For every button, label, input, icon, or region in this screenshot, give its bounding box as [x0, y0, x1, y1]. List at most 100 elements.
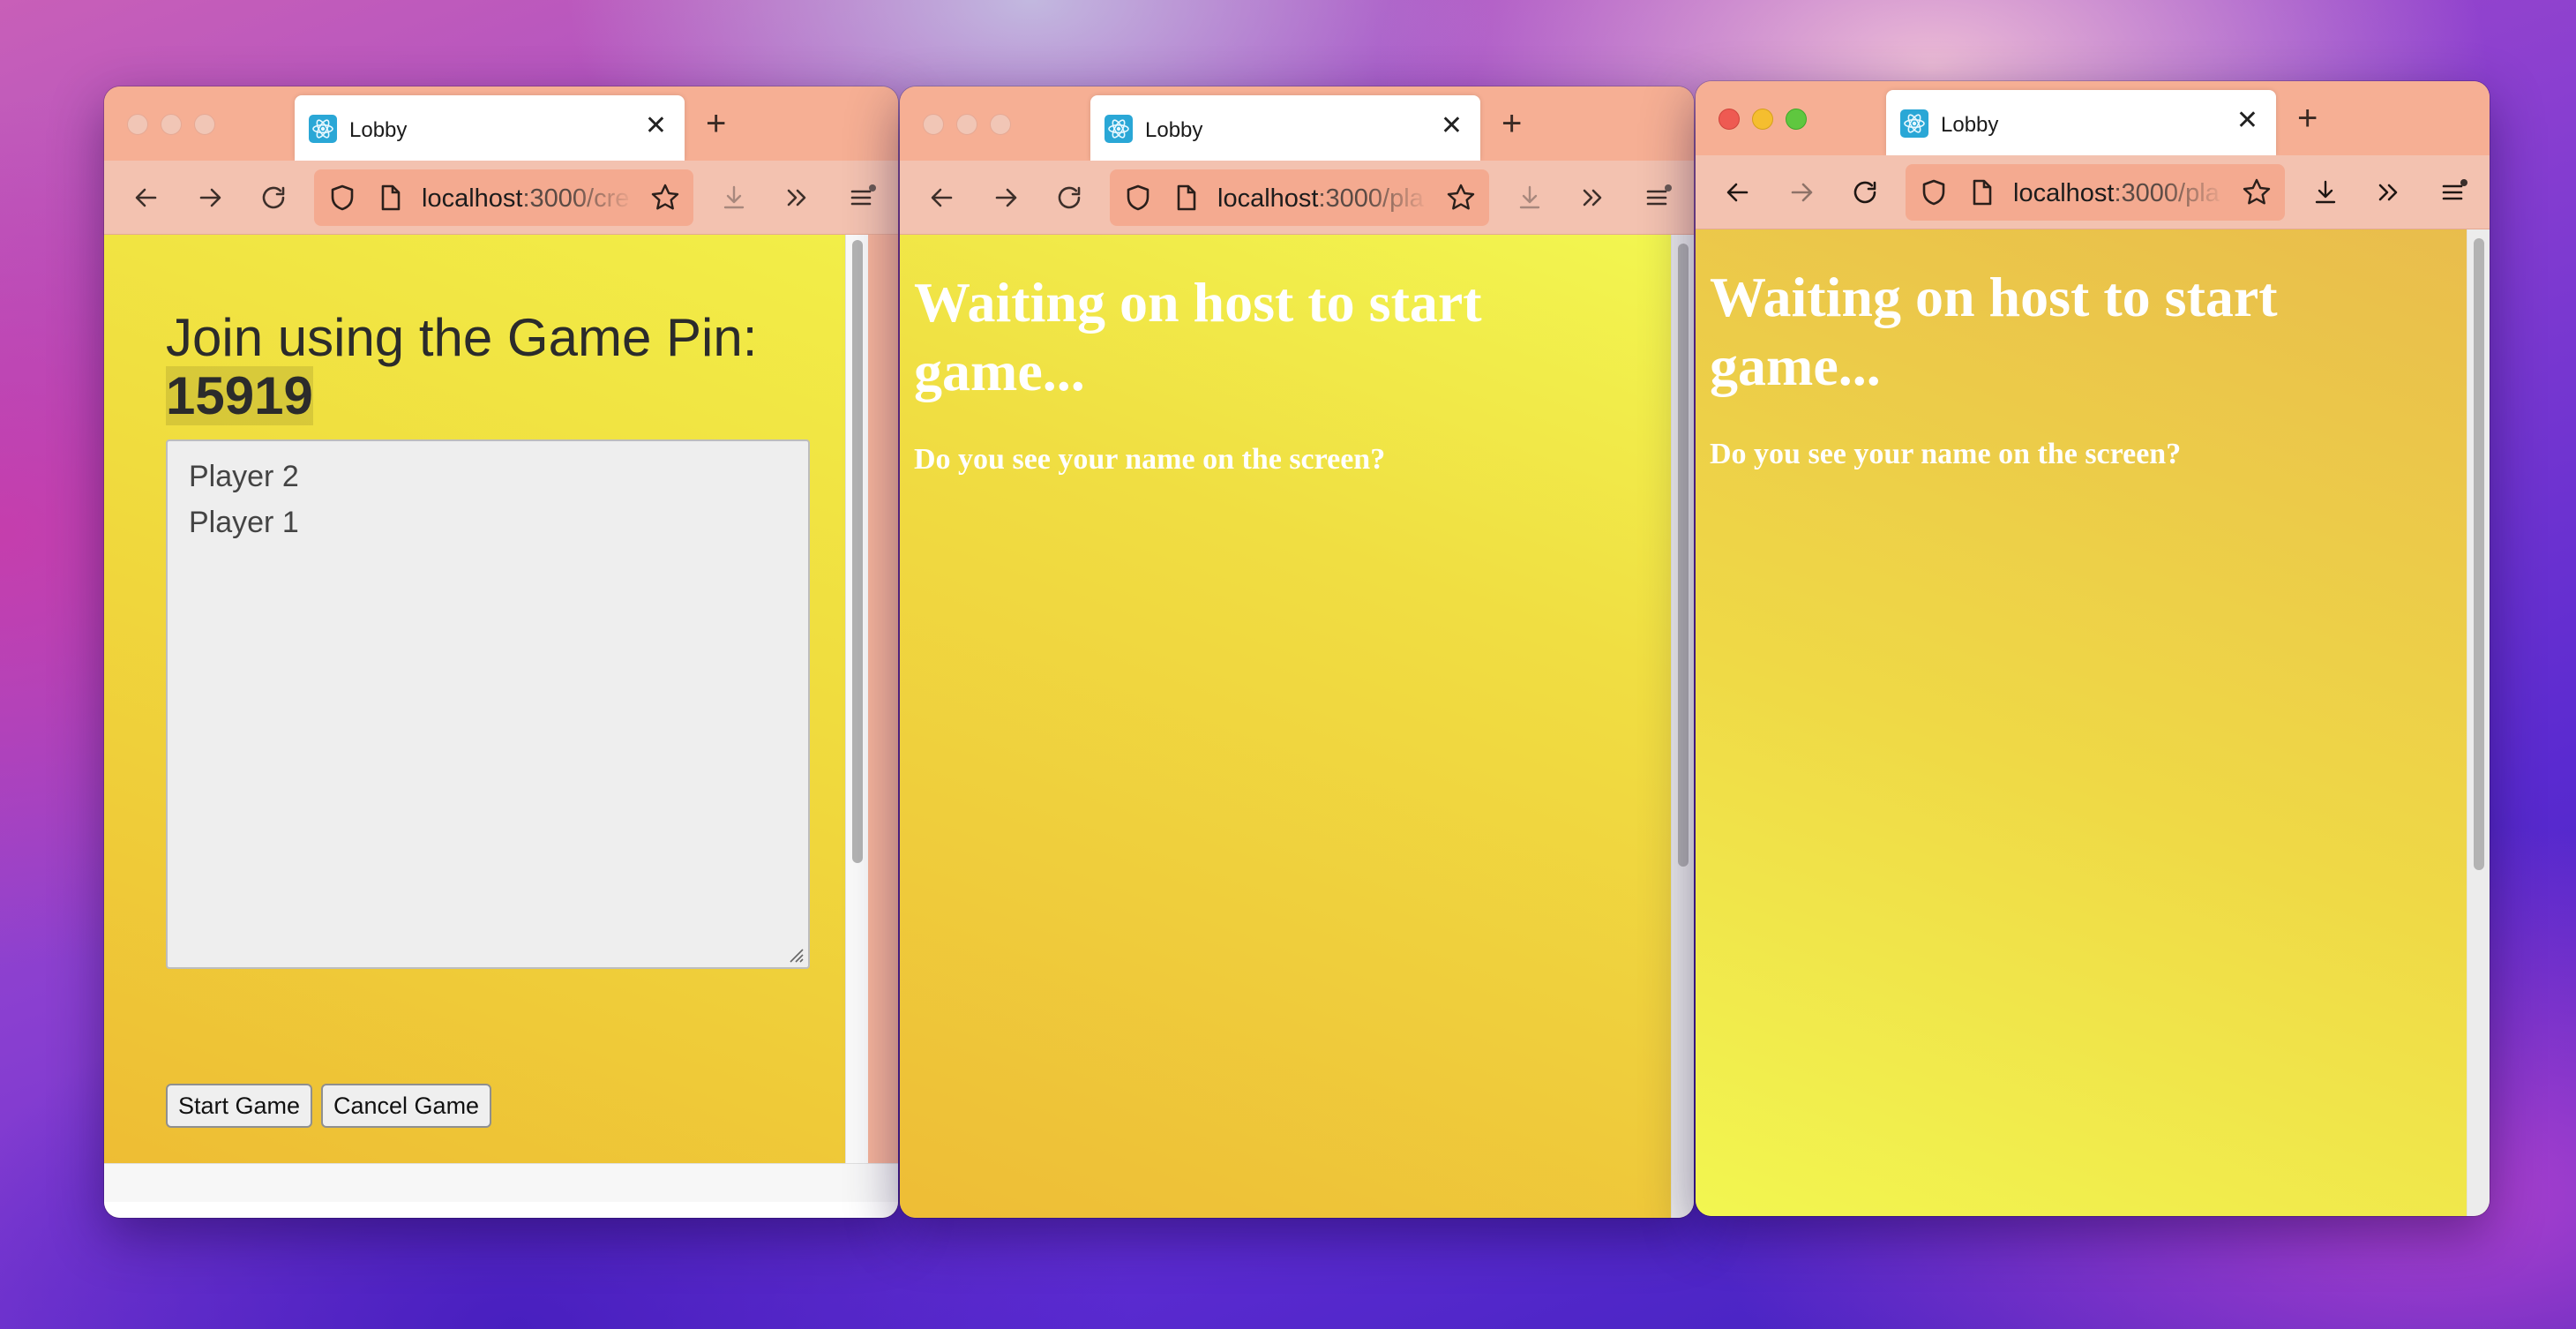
- heading-text: Join using the Game Pin:: [166, 308, 758, 367]
- tab-strip: Lobby ✕ +: [104, 86, 898, 161]
- player-waiting-page: Waiting on host to start game... Do you …: [1696, 229, 2467, 1216]
- react-favicon-icon: [1900, 109, 1928, 138]
- heading-line-2: game...: [914, 340, 1085, 402]
- forward-arrow-icon[interactable]: [1784, 175, 1819, 210]
- url-host: localhost: [2013, 179, 2115, 207]
- forward-arrow-icon[interactable]: [988, 180, 1023, 215]
- close-icon[interactable]: ✕: [2236, 108, 2258, 134]
- plus-icon[interactable]: +: [1501, 106, 1522, 141]
- scrollbar-thumb[interactable]: [852, 240, 863, 863]
- waiting-heading: Waiting on host to start game...: [914, 268, 1482, 406]
- hamburger-menu-icon[interactable]: [843, 180, 879, 215]
- url-host: localhost: [1217, 184, 1319, 213]
- tab-title: Lobby: [1145, 118, 1203, 142]
- close-icon[interactable]: ✕: [1441, 113, 1463, 139]
- close-icon[interactable]: ✕: [645, 113, 667, 139]
- url-bar[interactable]: localhost:3000/pla: [1906, 164, 2285, 221]
- minimize-window-button[interactable]: [956, 114, 977, 135]
- page-icon: [372, 180, 408, 215]
- plus-icon[interactable]: +: [2297, 101, 2318, 136]
- horizontal-scrollbar[interactable]: [104, 1163, 898, 1202]
- page-icon: [1168, 180, 1203, 215]
- star-icon[interactable]: [648, 180, 683, 215]
- chevron-double-right-icon[interactable]: [2371, 175, 2407, 210]
- back-arrow-icon[interactable]: [129, 180, 164, 215]
- url-text[interactable]: localhost:3000/pla: [2013, 179, 2225, 208]
- list-item: Player 2: [189, 460, 299, 493]
- back-arrow-icon[interactable]: [1720, 175, 1756, 210]
- page-content-host: Join using the Game Pin: 15919 Player 2 …: [104, 235, 898, 1218]
- resize-grip-icon[interactable]: [785, 944, 805, 964]
- browser-window-player-2: Lobby ✕ + localhost:3000/pla Waiting on …: [900, 86, 1694, 1218]
- chevron-double-right-icon[interactable]: [780, 180, 815, 215]
- tab-strip: Lobby ✕ +: [1696, 81, 2490, 155]
- minimize-window-button[interactable]: [1752, 109, 1773, 130]
- plus-icon[interactable]: +: [706, 106, 726, 141]
- reload-icon[interactable]: [1052, 180, 1087, 215]
- url-path: :3000/pla: [1318, 184, 1424, 213]
- zoom-window-button[interactable]: [990, 114, 1011, 135]
- waiting-subtext: Do you see your name on the screen?: [1710, 438, 2182, 470]
- nav-toolbar: localhost:3000/cre: [104, 161, 898, 235]
- scrollbar-thumb[interactable]: [1678, 244, 1689, 867]
- url-bar[interactable]: localhost:3000/pla: [1110, 169, 1489, 226]
- star-icon[interactable]: [1443, 180, 1479, 215]
- reload-icon[interactable]: [1847, 175, 1883, 210]
- star-icon[interactable]: [2239, 175, 2274, 210]
- forward-arrow-icon[interactable]: [192, 180, 228, 215]
- url-text[interactable]: localhost:3000/cre: [422, 184, 633, 214]
- waiting-subtext: Do you see your name on the screen?: [914, 443, 1386, 476]
- page-content-player: Waiting on host to start game... Do you …: [900, 235, 1694, 1218]
- heading-line-1: Waiting on host to start: [1710, 266, 2278, 328]
- zoom-window-button[interactable]: [1786, 109, 1807, 130]
- download-icon[interactable]: [716, 180, 752, 215]
- tab-title: Lobby: [1941, 113, 1999, 137]
- page-icon: [1964, 175, 1999, 210]
- heading-line-1: Waiting on host to start: [914, 271, 1482, 334]
- close-window-button[interactable]: [923, 114, 944, 135]
- window-bottom-edge: [104, 1202, 898, 1218]
- scrollbar-thumb[interactable]: [2474, 238, 2484, 870]
- vertical-scrollbar[interactable]: [1671, 235, 1694, 1218]
- list-item: Player 1: [189, 506, 299, 539]
- url-bar[interactable]: localhost:3000/cre: [314, 169, 693, 226]
- browser-window-player-3: Lobby ✕ + localhost:3000/pla Waiting on …: [1696, 81, 2490, 1216]
- tab-strip: Lobby ✕ +: [900, 86, 1694, 161]
- lobby-host-page: Join using the Game Pin: 15919 Player 2 …: [104, 235, 845, 1163]
- vertical-scrollbar[interactable]: [845, 235, 868, 1163]
- back-arrow-icon[interactable]: [925, 180, 960, 215]
- reload-icon[interactable]: [256, 180, 291, 215]
- hamburger-menu-icon[interactable]: [2435, 175, 2470, 210]
- chevron-double-right-icon[interactable]: [1576, 180, 1611, 215]
- url-text[interactable]: localhost:3000/pla: [1217, 184, 1429, 214]
- minimize-window-button[interactable]: [161, 114, 182, 135]
- tab-lobby[interactable]: Lobby ✕: [1090, 95, 1480, 161]
- vertical-scrollbar[interactable]: [2467, 229, 2490, 1216]
- close-window-button[interactable]: [127, 114, 148, 135]
- tab-lobby[interactable]: Lobby ✕: [295, 95, 685, 161]
- cancel-game-button[interactable]: Cancel Game: [321, 1084, 492, 1128]
- close-window-button[interactable]: [1719, 109, 1740, 130]
- tab-lobby[interactable]: Lobby ✕: [1886, 90, 2276, 155]
- shield-icon[interactable]: [325, 180, 360, 215]
- shield-icon[interactable]: [1120, 180, 1156, 215]
- game-pin-heading: Join using the Game Pin: 15919: [166, 309, 757, 425]
- download-icon[interactable]: [2308, 175, 2343, 210]
- tab-title: Lobby: [349, 118, 408, 142]
- url-path: :3000/cre: [522, 184, 630, 213]
- nav-toolbar: localhost:3000/pla: [900, 161, 1694, 235]
- start-game-button[interactable]: Start Game: [166, 1084, 313, 1128]
- url-path: :3000/pla: [2114, 179, 2220, 207]
- nav-toolbar: localhost:3000/pla: [1696, 155, 2490, 229]
- page-content-player: Waiting on host to start game... Do you …: [1696, 229, 2490, 1216]
- download-icon[interactable]: [1512, 180, 1547, 215]
- zoom-window-button[interactable]: [194, 114, 215, 135]
- url-host: localhost: [422, 184, 523, 213]
- waiting-heading: Waiting on host to start game...: [1710, 263, 2278, 401]
- shield-icon[interactable]: [1916, 175, 1951, 210]
- player-list-textarea[interactable]: Player 2 Player 1: [166, 439, 810, 969]
- heading-line-2: game...: [1710, 334, 1881, 397]
- react-favicon-icon: [309, 115, 337, 143]
- game-pin: 15919: [166, 366, 313, 425]
- hamburger-menu-icon[interactable]: [1639, 180, 1674, 215]
